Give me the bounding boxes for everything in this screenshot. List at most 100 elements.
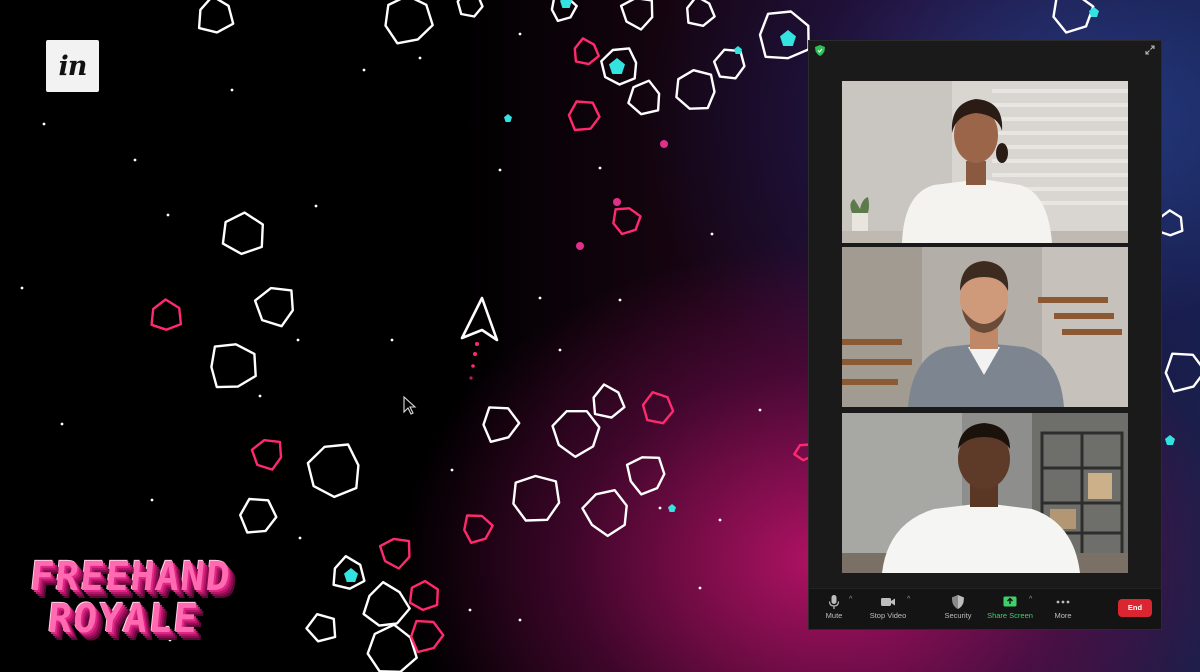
gem-6: [668, 504, 676, 512]
asteroid-white-15: [210, 343, 257, 389]
stop-video-button[interactable]: Stop Video: [865, 594, 911, 626]
asteroid-pink-1: [573, 37, 600, 66]
asteroid-pink-8: [378, 537, 411, 570]
asteroid-white-1: [197, 0, 235, 34]
participant-video-2[interactable]: [842, 247, 1128, 407]
asteroid-white-22: [306, 443, 360, 499]
asteroid-pink-7: [463, 514, 494, 544]
asteroid-pink-2: [567, 100, 601, 132]
star-16: [598, 166, 602, 170]
star-13: [538, 296, 542, 300]
asteroid-white-27: [366, 623, 418, 672]
game-title-line-2: ROYALE: [45, 596, 201, 642]
expand-icon[interactable]: [1145, 45, 1155, 55]
asteroid-white-6: [686, 0, 716, 27]
pink-spark-2: [613, 198, 621, 206]
star-8: [258, 394, 262, 398]
end-meeting-button[interactable]: End: [1118, 599, 1152, 617]
share-screen-icon: [1003, 596, 1017, 607]
mute-label: Mute: [825, 611, 843, 620]
star-2: [133, 158, 137, 162]
more-button[interactable]: More: [1051, 594, 1075, 626]
share-screen-label: Share Screen: [987, 611, 1033, 620]
star-24: [758, 408, 762, 412]
star-23: [698, 586, 702, 590]
star-19: [718, 518, 722, 522]
mute-options-caret-icon[interactable]: ^: [849, 596, 852, 603]
star-21: [468, 608, 472, 612]
asteroid-white-18: [592, 383, 626, 419]
share-screen-button[interactable]: Share Screen: [985, 594, 1035, 626]
asteroid-white-14: [253, 286, 294, 328]
gem-2: [609, 58, 625, 74]
star-15: [558, 348, 562, 352]
more-label: More: [1054, 611, 1072, 620]
participant-video-2-image: [842, 247, 1128, 407]
game-title-logo: FREEHAND ROYALE: [27, 554, 310, 656]
invision-logo: in: [46, 40, 99, 92]
asteroid-white-29: [1164, 352, 1200, 393]
gem-1: [780, 30, 796, 46]
shield-icon[interactable]: [815, 45, 825, 56]
mouse-cursor-icon: [403, 395, 417, 415]
star-20: [658, 506, 662, 510]
asteroid-white-16: [482, 406, 521, 443]
asteroid-white-12: [1052, 0, 1095, 34]
star-26: [314, 204, 318, 208]
stars: [20, 32, 762, 642]
more-dots-icon: [1056, 600, 1070, 604]
asteroid-white-25: [362, 581, 411, 627]
asteroid-white-2: [384, 0, 434, 45]
star-17: [618, 298, 622, 302]
star-27: [298, 536, 302, 540]
star-29: [450, 468, 454, 472]
security-button[interactable]: Security: [941, 594, 975, 626]
asteroid-pink-6: [641, 391, 675, 425]
star-10: [390, 338, 394, 342]
participant-video-3[interactable]: [842, 413, 1128, 573]
asteroid-white-5: [619, 0, 654, 31]
star-7: [150, 498, 154, 502]
star-5: [60, 422, 64, 426]
asteroid-pink-4: [150, 298, 183, 331]
gem-5: [734, 46, 742, 54]
pink-spark-1: [660, 140, 668, 148]
asteroid-pink-10: [409, 619, 445, 654]
asteroid-pink-3: [612, 207, 642, 236]
asteroid-white-23: [238, 497, 278, 534]
mute-button[interactable]: Mute: [821, 594, 847, 626]
asteroid-white-19: [625, 456, 666, 496]
star-9: [296, 338, 300, 342]
star-4: [20, 286, 24, 290]
share-options-caret-icon[interactable]: ^: [1029, 596, 1032, 603]
asteroid-pink-5: [250, 439, 283, 471]
shield-icon: [952, 595, 964, 609]
gem-9: [1089, 7, 1099, 17]
security-label: Security: [944, 611, 972, 620]
gem-7: [344, 568, 358, 582]
stop-video-label: Stop Video: [869, 611, 907, 620]
star-11: [418, 56, 422, 60]
asteroid-white-17: [551, 410, 601, 458]
meeting-toolbar: Mute ^ Stop Video ^ Security Share Scree…: [809, 588, 1161, 629]
asteroid-white-26: [305, 613, 337, 643]
star-12: [498, 168, 502, 172]
gem-4: [504, 114, 512, 122]
game-title-line-1: FREEHAND: [27, 554, 234, 600]
asteroid-white-20: [512, 474, 561, 522]
microphone-icon: [828, 595, 840, 609]
star-1: [42, 122, 46, 126]
asteroid-white-3: [456, 0, 484, 18]
player-ship: [460, 296, 499, 380]
video-camera-icon: [881, 598, 895, 606]
video-options-caret-icon[interactable]: ^: [907, 596, 910, 603]
asteroid-white-8: [627, 79, 661, 116]
star-18: [710, 232, 714, 236]
participant-video-1-image: [842, 81, 1128, 243]
video-call-window[interactable]: Mute ^ Stop Video ^ Security Share Scree…: [808, 40, 1162, 630]
asteroid-white-21: [581, 489, 628, 538]
star-22: [518, 618, 522, 622]
participant-video-1[interactable]: [842, 81, 1128, 243]
asteroid-white-9: [675, 68, 716, 110]
star-3: [166, 213, 170, 217]
